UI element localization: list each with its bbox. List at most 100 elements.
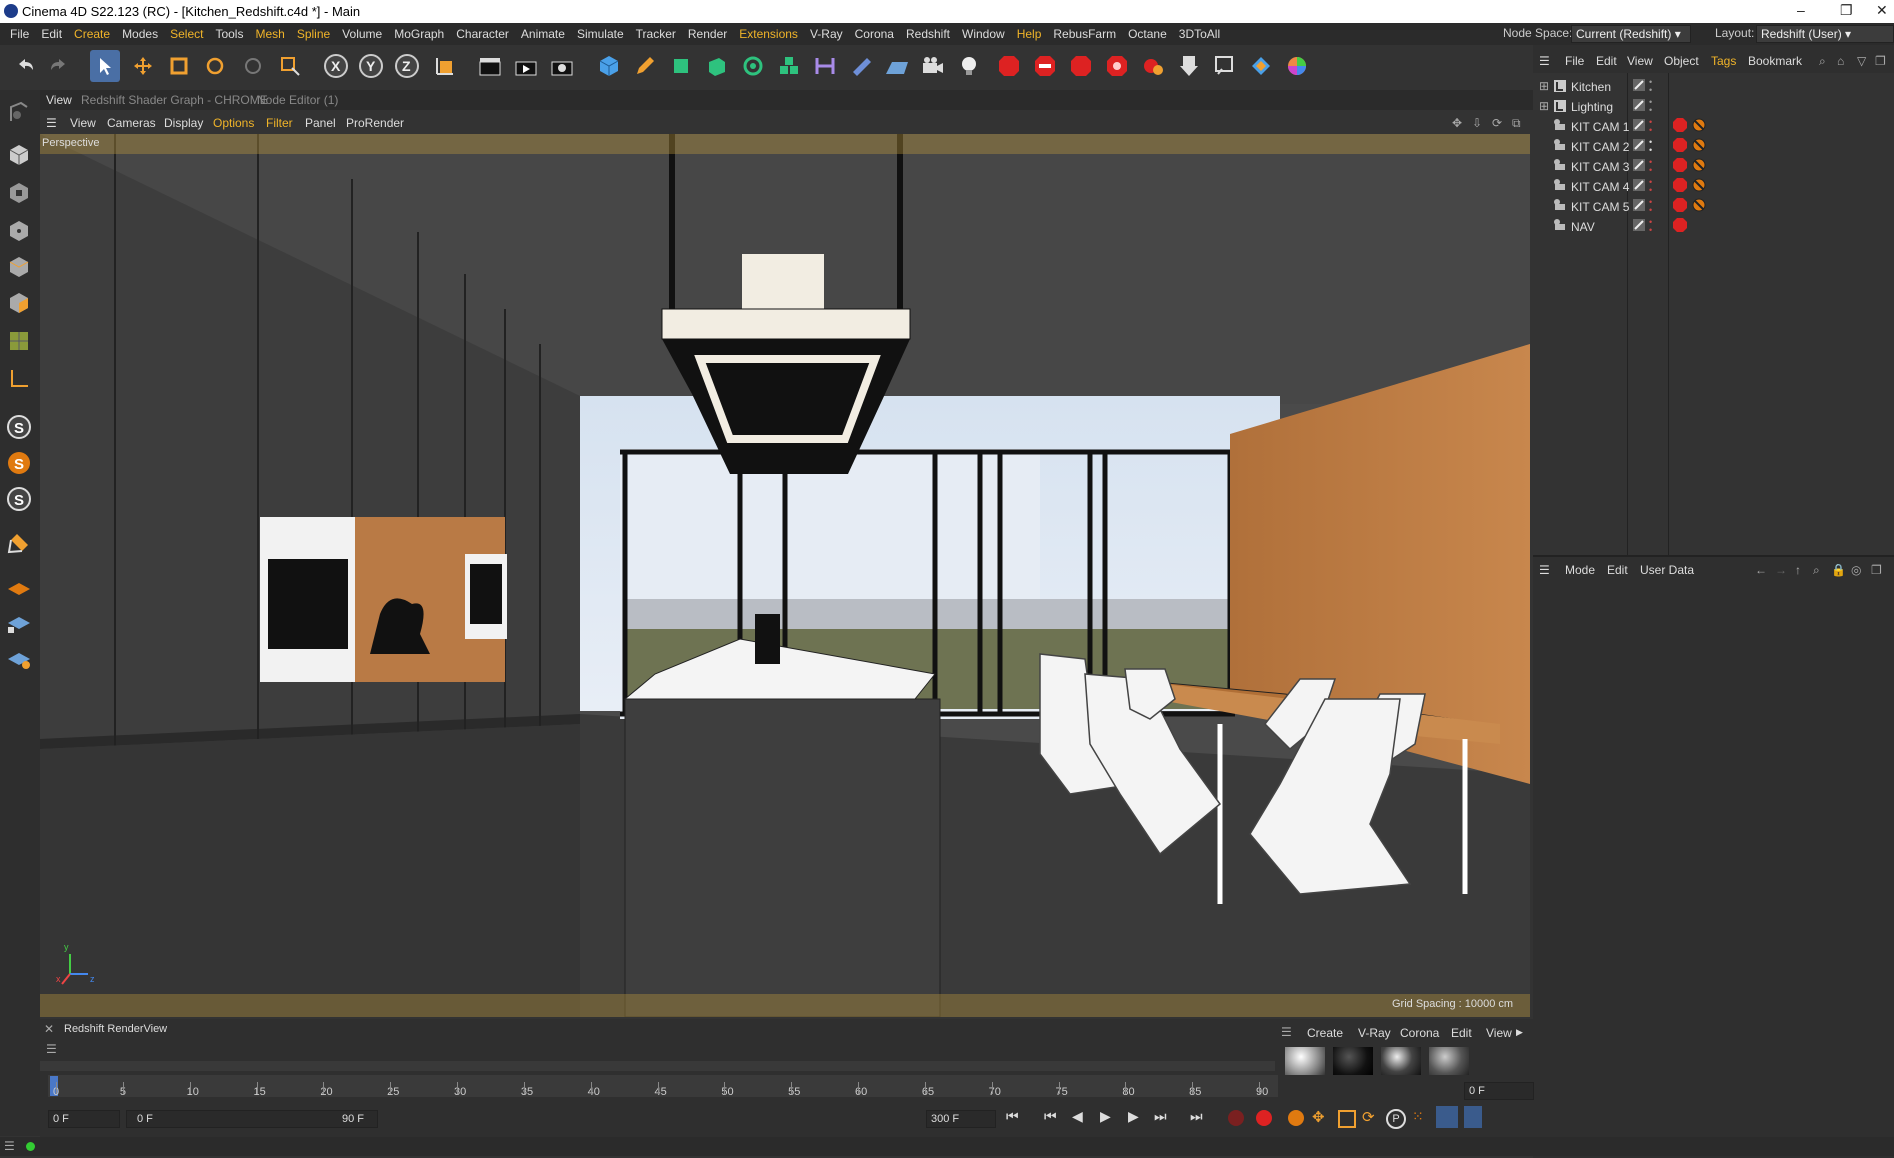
menu-volume[interactable]: Volume <box>336 26 388 42</box>
om-menu-tags[interactable]: Tags <box>1711 54 1736 68</box>
menu-3dtoall[interactable]: 3DToAll <box>1173 26 1226 42</box>
edit-visibility-icon[interactable] <box>1633 219 1645 234</box>
redshift-light-button[interactable] <box>1066 50 1096 82</box>
rotate-button[interactable] <box>200 50 230 82</box>
layout-dropdown[interactable]: Redshift (User) ▾ <box>1756 25 1894 43</box>
menu-modes[interactable]: Modes <box>116 26 164 42</box>
om-menu-file[interactable]: File <box>1565 54 1584 68</box>
object-row-kit-cam-5[interactable]: KIT CAM 5 • • <box>1533 198 1894 216</box>
zoom-view-icon[interactable]: ⇩ <box>1472 116 1482 130</box>
minimize-button[interactable]: – <box>1797 2 1805 18</box>
max-frame-field[interactable]: 300 F <box>926 1110 996 1128</box>
redshift-camera-tag-icon[interactable] <box>1673 158 1687 175</box>
edges-mode-button[interactable] <box>4 252 34 282</box>
previous-frame-icon[interactable]: ◀ <box>1072 1108 1083 1125</box>
mat-menu-create[interactable]: Create <box>1307 1026 1343 1040</box>
attr-menu-user-data[interactable]: User Data <box>1640 563 1694 577</box>
expand-icon[interactable]: ⊞ <box>1539 99 1549 113</box>
edit-visibility-icon[interactable] <box>1633 199 1645 214</box>
menu-file[interactable]: File <box>4 26 35 42</box>
viewport-menu-view[interactable]: View <box>70 116 96 130</box>
visibility-dots-icon[interactable]: • • <box>1649 218 1652 235</box>
recent-tools-button[interactable] <box>238 50 268 82</box>
material-swatch[interactable] <box>1333 1047 1373 1075</box>
new-window-icon[interactable]: ❐ <box>1871 563 1882 577</box>
current-frame-field[interactable]: 0 F <box>48 1110 120 1128</box>
back-arrow-icon[interactable]: ← <box>1755 563 1767 577</box>
octane-button[interactable] <box>1246 50 1276 82</box>
up-arrow-icon[interactable]: ↑ <box>1795 563 1801 577</box>
protection-tag-icon[interactable] <box>1692 138 1706 155</box>
undo-button[interactable] <box>10 50 40 82</box>
home-icon[interactable]: ⌂ <box>1837 54 1844 68</box>
search-icon[interactable]: ⌕ <box>1813 563 1820 578</box>
menu-simulate[interactable]: Simulate <box>571 26 630 42</box>
edit-visibility-icon[interactable] <box>1633 119 1645 134</box>
parameter-key-icon[interactable]: P <box>1386 1109 1406 1129</box>
next-frame-icon[interactable]: ▶ <box>1128 1108 1139 1125</box>
position-key-icon[interactable]: ✥ <box>1312 1108 1325 1126</box>
current-time-field[interactable]: 0 F <box>1464 1082 1534 1100</box>
coordinate-system-button[interactable] <box>430 50 460 82</box>
mat-menu-vray[interactable]: V-Ray <box>1358 1026 1391 1040</box>
edit-visibility-icon[interactable] <box>1633 99 1645 114</box>
record-active-objects-icon[interactable] <box>1228 1110 1244 1126</box>
light-button[interactable] <box>954 50 984 82</box>
make-editable-button[interactable] <box>4 98 34 128</box>
model-mode-button[interactable] <box>4 140 34 170</box>
visibility-dots-icon[interactable]: • • <box>1649 98 1652 115</box>
redo-button[interactable] <box>44 50 74 82</box>
pen-button[interactable] <box>630 50 660 82</box>
edit-visibility-icon[interactable] <box>1633 179 1645 194</box>
play-icon[interactable]: ▶ <box>1100 1108 1111 1125</box>
menu-v-ray[interactable]: V-Ray <box>804 26 849 42</box>
object-row-kit-cam-4[interactable]: KIT CAM 4 • • <box>1533 178 1894 196</box>
layer-button[interactable] <box>4 574 34 604</box>
layout-toggle-icon[interactable] <box>1464 1106 1482 1128</box>
hamburger-icon[interactable]: ☰ <box>46 116 57 130</box>
select-tool-button[interactable] <box>275 50 305 82</box>
attr-menu-mode[interactable]: Mode <box>1565 563 1595 577</box>
object-row-kit-cam-2[interactable]: KIT CAM 2 • • <box>1533 138 1894 156</box>
redshift-render-button[interactable] <box>1030 50 1060 82</box>
uv-mode-button[interactable] <box>4 326 34 356</box>
menu-window[interactable]: Window <box>956 26 1011 42</box>
redshift-material-button[interactable] <box>1102 50 1132 82</box>
protection-tag-icon[interactable] <box>1692 158 1706 175</box>
redshift-ipr-button[interactable] <box>994 50 1024 82</box>
om-menu-edit[interactable]: Edit <box>1596 54 1617 68</box>
menu-character[interactable]: Character <box>450 26 515 42</box>
visibility-dots-icon[interactable]: • • <box>1649 118 1652 135</box>
material-swatch[interactable] <box>1285 1047 1325 1075</box>
move-button[interactable] <box>128 50 158 82</box>
visibility-dots-icon[interactable]: • • <box>1649 158 1652 175</box>
go-to-start-icon[interactable]: ⏮ <box>1006 1108 1019 1125</box>
snap-settings-button[interactable]: S <box>4 484 34 514</box>
object-row-kit-cam-1[interactable]: KIT CAM 1 • • <box>1533 118 1894 136</box>
render-view-button[interactable] <box>475 50 505 82</box>
move-view-icon[interactable]: ✥ <box>1452 116 1462 130</box>
mat-menu-corona[interactable]: Corona <box>1400 1026 1439 1040</box>
texture-mode-button[interactable] <box>4 178 34 208</box>
visibility-dots-icon[interactable]: • • <box>1649 178 1652 195</box>
om-menu-object[interactable]: Object <box>1664 54 1699 68</box>
menu-octane[interactable]: Octane <box>1122 26 1173 42</box>
om-menu-bookmark[interactable]: Bookmark <box>1748 54 1802 68</box>
lock-icon[interactable]: 🔒 <box>1831 563 1846 577</box>
next-key-icon[interactable]: ⏭ <box>1154 1108 1167 1125</box>
rotate-view-icon[interactable]: ⟳ <box>1492 116 1502 130</box>
timeline-window-icon[interactable] <box>1436 1106 1458 1128</box>
rebusfarm-search-button[interactable] <box>1210 50 1240 82</box>
edit-visibility-icon[interactable] <box>1633 139 1645 154</box>
menu-spline[interactable]: Spline <box>291 26 336 42</box>
edit-visibility-icon[interactable] <box>1633 79 1645 94</box>
rebusfarm-upload-button[interactable] <box>1174 50 1204 82</box>
render-settings-button[interactable] <box>547 50 577 82</box>
menu-create[interactable]: Create <box>68 26 116 42</box>
y-axis-button[interactable]: Y <box>356 50 386 82</box>
expand-icon[interactable]: ⊞ <box>1539 79 1549 93</box>
redshift-camera-tag-icon[interactable] <box>1673 138 1687 155</box>
forward-arrow-icon[interactable]: → <box>1775 563 1787 577</box>
close-icon[interactable]: ✕ <box>44 1022 54 1036</box>
go-to-end-icon[interactable]: ⏭ <box>1190 1108 1203 1125</box>
